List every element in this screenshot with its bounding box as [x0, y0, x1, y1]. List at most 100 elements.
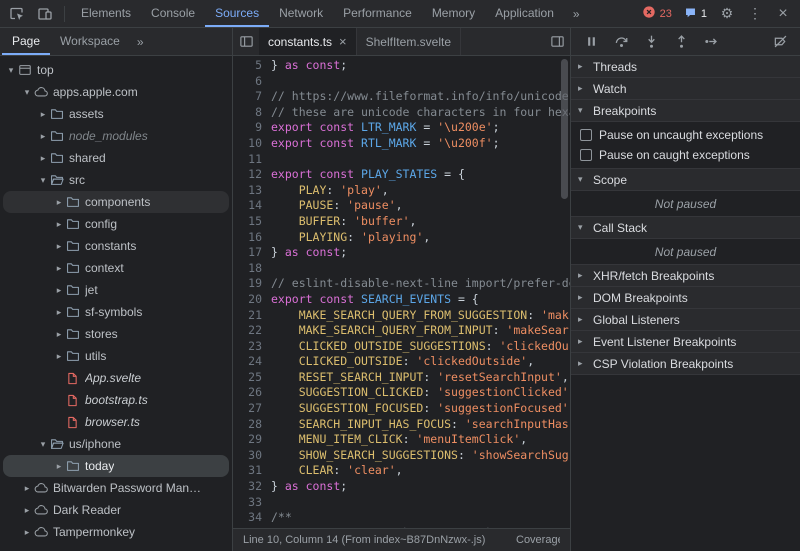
editor-scrollbar[interactable] [561, 59, 568, 199]
close-devtools-icon[interactable]: × [770, 1, 796, 27]
line-number-gutter[interactable]: 24 [233, 354, 271, 370]
code-line[interactable]: 34/** [233, 510, 570, 526]
step-out-icon[interactable] [669, 30, 693, 54]
expander-closed-icon[interactable]: ▸ [52, 219, 66, 230]
tab-elements[interactable]: Elements [71, 0, 141, 27]
code-line[interactable]: 25 RESET_SEARCH_INPUT: 'resetSearchInput… [233, 370, 570, 386]
checkbox[interactable] [580, 129, 592, 141]
section-header-event-listener-breakpoints[interactable]: ▸ Event Listener Breakpoints [571, 331, 800, 353]
code-line[interactable]: 10 export const RTL_MARK = '\u200f'; [233, 136, 570, 152]
toggle-navigator-icon[interactable] [233, 29, 259, 55]
code-line[interactable]: 26 SUGGESTION_CLICKED: 'suggestionClicke… [233, 385, 570, 401]
line-number-gutter[interactable]: 13 [233, 183, 271, 199]
expander-closed-icon[interactable]: ▸ [20, 483, 34, 494]
line-number-gutter[interactable]: 17 [233, 245, 271, 261]
code-line[interactable]: 27 SUGGESTION_FOCUSED: 'suggestionFocuse… [233, 401, 570, 417]
expander-closed-icon[interactable]: ▸ [52, 197, 66, 208]
section-header-dom-breakpoints[interactable]: ▸ DOM Breakpoints [571, 287, 800, 309]
close-tab-icon[interactable]: × [339, 35, 347, 48]
code-line[interactable]: 28 SEARCH_INPUT_HAS_FOCUS: 'searchInputH… [233, 417, 570, 433]
section-header-csp-violation-breakpoints[interactable]: ▸ CSP Violation Breakpoints [571, 353, 800, 375]
line-number-gutter[interactable]: 23 [233, 339, 271, 355]
tab-application[interactable]: Application [485, 0, 564, 27]
expander-closed-icon[interactable]: ▸ [20, 505, 34, 516]
kebab-menu-icon[interactable]: ⋮ [742, 1, 768, 27]
line-number-gutter[interactable]: 35 [233, 526, 271, 528]
code-line[interactable]: 12 export const PLAY_STATES = { [233, 167, 570, 183]
tree-item-browser-ts[interactable]: browser.ts [3, 411, 229, 433]
editor-tab-constants-ts[interactable]: constants.ts × [259, 28, 357, 55]
code-line[interactable]: 6 [233, 74, 570, 90]
line-number-gutter[interactable]: 5 [233, 58, 271, 74]
code-line[interactable]: 16 PLAYING: 'playing', [233, 230, 570, 246]
expander-closed-icon[interactable]: ▸ [36, 153, 50, 164]
issue-counter[interactable]: 1 [679, 6, 712, 22]
line-number-gutter[interactable]: 22 [233, 323, 271, 339]
line-number-gutter[interactable]: 12 [233, 167, 271, 183]
line-number-gutter[interactable]: 7 [233, 89, 271, 105]
tree-item-tampermonkey[interactable]: ▸ Tampermonkey [3, 521, 229, 543]
line-number-gutter[interactable]: 9 [233, 120, 271, 136]
section-header-watch[interactable]: ▸ Watch [571, 78, 800, 100]
inspect-element-icon[interactable] [4, 1, 30, 27]
navigator-more-chevron[interactable]: » [130, 35, 151, 49]
line-number-gutter[interactable]: 6 [233, 74, 271, 90]
code-line[interactable]: 9 export const LTR_MARK = '\u200e'; [233, 120, 570, 136]
expander-closed-icon[interactable]: ▸ [36, 131, 50, 142]
step-icon[interactable] [699, 30, 723, 54]
line-number-gutter[interactable]: 16 [233, 230, 271, 246]
expander-closed-icon[interactable]: ▸ [52, 263, 66, 274]
code-line[interactable]: 35 * Locations where `SearchInput` compo… [233, 526, 570, 528]
tree-item-node-modules[interactable]: ▸ node_modules [3, 125, 229, 147]
code-line[interactable]: 22 MAKE_SEARCH_QUERY_FROM_INPUT: 'makeSe… [233, 323, 570, 339]
error-counter[interactable]: 23 [637, 5, 677, 22]
line-number-gutter[interactable]: 10 [233, 136, 271, 152]
line-number-gutter[interactable]: 21 [233, 308, 271, 324]
code-line[interactable]: 17} as const; [233, 245, 570, 261]
tree-item-components[interactable]: ▸ components [3, 191, 229, 213]
tree-item-bootstrap-ts[interactable]: bootstrap.ts [3, 389, 229, 411]
tree-item-us-iphone[interactable]: ▾ us/iphone [3, 433, 229, 455]
code-line[interactable]: 32} as const; [233, 479, 570, 495]
tree-item-jet[interactable]: ▸ jet [3, 279, 229, 301]
expander-closed-icon[interactable]: ▸ [52, 329, 66, 340]
expander-closed-icon[interactable]: ▸ [52, 461, 66, 472]
tree-item-app-svelte[interactable]: App.svelte [3, 367, 229, 389]
navigator-tab-workspace[interactable]: Workspace [50, 28, 130, 55]
section-header-xhr-fetch-breakpoints[interactable]: ▸ XHR/fetch Breakpoints [571, 265, 800, 287]
settings-gear-icon[interactable]: ⚙ [714, 1, 740, 27]
section-header-threads[interactable]: ▸ Threads [571, 56, 800, 78]
coverage-button[interactable]: Coverage [516, 534, 560, 546]
breakpoint-option-pause-on-caught-exceptions[interactable]: Pause on caught exceptions [571, 145, 800, 165]
expander-open-icon[interactable]: ▾ [36, 439, 50, 450]
code-line[interactable]: 21 MAKE_SEARCH_QUERY_FROM_SUGGESTION: 'm… [233, 308, 570, 324]
navigator-tab-page[interactable]: Page [2, 28, 51, 55]
code-line[interactable]: 31 CLEAR: 'clear', [233, 463, 570, 479]
tree-item-constants[interactable]: ▸ constants [3, 235, 229, 257]
line-number-gutter[interactable]: 11 [233, 152, 271, 168]
line-number-gutter[interactable]: 15 [233, 214, 271, 230]
code-editor[interactable]: 5} as const; 6 7// https://www.fileformat.… [233, 56, 570, 528]
tree-item-bitwarden-password-man[interactable]: ▸ Bitwarden Password Man… [3, 477, 229, 499]
code-line[interactable]: 23 CLICKED_OUTSIDE_SUGGESTIONS: 'clicked… [233, 339, 570, 355]
code-line[interactable]: 19// eslint-disable-next-line import/pre… [233, 276, 570, 292]
deactivate-breakpoints-icon[interactable] [768, 30, 792, 54]
line-number-gutter[interactable]: 32 [233, 479, 271, 495]
line-number-gutter[interactable]: 18 [233, 261, 271, 277]
expander-open-icon[interactable]: ▾ [4, 65, 18, 76]
code-line[interactable]: 30 SHOW_SEARCH_SUGGESTIONS: 'showSearchS… [233, 448, 570, 464]
more-tabs-chevron[interactable]: » [566, 7, 587, 21]
tree-item-sf-symbols[interactable]: ▸ sf-symbols [3, 301, 229, 323]
line-number-gutter[interactable]: 26 [233, 385, 271, 401]
code-line[interactable]: 20 export const SEARCH_EVENTS = { [233, 292, 570, 308]
expander-open-icon[interactable]: ▾ [20, 87, 34, 98]
code-line[interactable]: 18 [233, 261, 570, 277]
expander-closed-icon[interactable]: ▸ [36, 109, 50, 120]
line-number-gutter[interactable]: 34 [233, 510, 271, 526]
code-line[interactable]: 24 CLICKED_OUTSIDE: 'clickedOutside', [233, 354, 570, 370]
tree-item-shared[interactable]: ▸ shared [3, 147, 229, 169]
tree-item-today[interactable]: ▸ today [3, 455, 229, 477]
editor-tab-shelfitem-svelte[interactable]: ShelfItem.svelte [357, 28, 461, 55]
tree-item-config[interactable]: ▸ config [3, 213, 229, 235]
code-line[interactable]: 11 [233, 152, 570, 168]
